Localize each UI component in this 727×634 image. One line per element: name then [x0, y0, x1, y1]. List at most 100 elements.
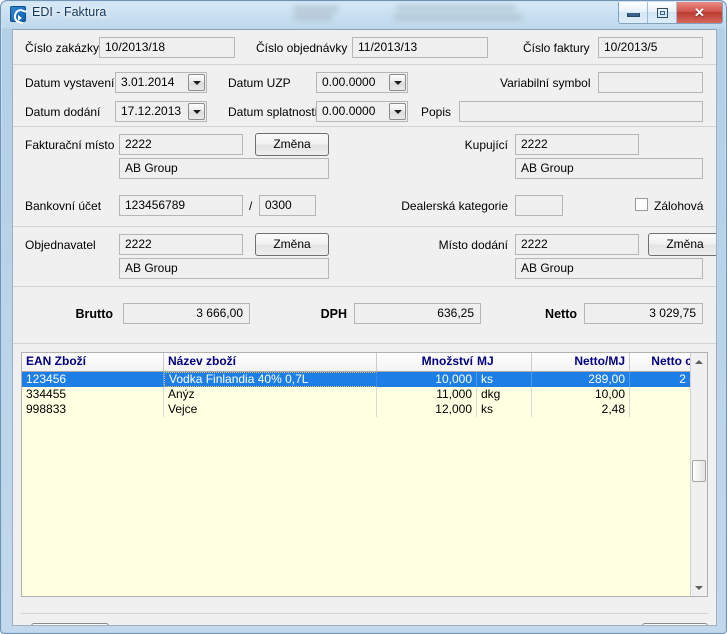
scroll-up-icon[interactable] — [691, 353, 707, 370]
background-bleed-3 — [396, 5, 516, 11]
buyer-code-input[interactable]: 2222 — [515, 134, 639, 155]
orderer-change-button[interactable]: Změna — [255, 233, 329, 256]
cell-ean: 334455 — [22, 387, 164, 402]
chevron-down-icon[interactable] — [188, 103, 205, 120]
chevron-down-icon[interactable] — [188, 74, 205, 91]
cell-quantity: 11,000 — [377, 387, 477, 402]
dealer-category-label: Dealerská kategorie — [401, 199, 508, 213]
column-header-ean[interactable]: EAN Zboží — [22, 353, 164, 371]
purchase-order-number-label: Číslo objednávky — [256, 41, 348, 55]
scrollbar-thumb[interactable] — [692, 460, 706, 482]
vat-value: 636,25 — [354, 303, 481, 324]
dealer-category-input[interactable] — [515, 195, 563, 216]
window-controls: ✕ — [618, 2, 723, 24]
issue-date-label: Datum vystavení — [25, 76, 115, 90]
table-row[interactable]: 998833 Vejce 12,000 ks 2,48 29,75 — [22, 402, 707, 417]
background-bleed-4 — [393, 14, 523, 20]
billing-place-change-button[interactable]: Změna — [255, 133, 329, 156]
uzp-date-picker[interactable]: 0.00.0000 — [316, 72, 408, 93]
order-number-label: Číslo zakázky — [25, 41, 100, 55]
cell-net-unit: 2,48 — [532, 402, 630, 417]
column-header-net-unit[interactable]: Netto/MJ — [532, 353, 630, 371]
cell-name[interactable]: Vodka Finlandia 40% 0,7L — [164, 372, 377, 387]
cell-name: Vejce — [164, 402, 377, 417]
buyer-name-input[interactable]: AB Group — [515, 158, 703, 179]
cell-net-unit: 289,00 — [532, 372, 630, 387]
orderer-label: Objednavatel — [25, 238, 96, 252]
delivery-date-label: Datum dodání — [25, 105, 101, 119]
items-grid[interactable]: EAN Zboží Název zboží Množství MJ Netto/… — [21, 352, 708, 597]
issue-date-picker[interactable]: 3.01.2014 — [115, 72, 207, 93]
bank-account-number-input[interactable]: 123456789 — [119, 195, 243, 216]
column-header-unit[interactable]: MJ — [477, 353, 532, 371]
close-icon: ✕ — [694, 5, 705, 20]
panel-orderer-delivery: Objednavatel 2222 Změna AB Group Místo d… — [13, 227, 716, 287]
panel-numbers: Číslo zakázky 10/2013/18 Číslo objednávk… — [13, 30, 716, 65]
uzp-date-value: 0.00.0000 — [322, 75, 376, 89]
vat-label: DPH — [320, 307, 347, 321]
due-date-value: 0.00.0000 — [322, 104, 376, 118]
description-label: Popis — [421, 105, 452, 119]
gross-value: 3 666,00 — [123, 303, 250, 324]
cell-unit: dkg — [477, 387, 532, 402]
billing-place-label: Fakturační místo — [25, 138, 115, 152]
scroll-down-icon[interactable] — [691, 579, 707, 596]
cell-quantity: 10,000 — [377, 372, 477, 387]
grid-vertical-scrollbar[interactable] — [690, 353, 707, 596]
due-date-picker[interactable]: 0.00.0000 — [316, 101, 408, 122]
bank-account-label: Bankovní účet — [25, 199, 102, 213]
column-header-name[interactable]: Název zboží — [164, 353, 377, 371]
net-value: 3 029,75 — [584, 303, 703, 324]
orderer-code-input[interactable]: 2222 — [119, 234, 243, 255]
chevron-down-icon[interactable] — [389, 103, 406, 120]
title-bar[interactable]: EDI - Faktura ✕ — [1, 1, 727, 28]
panel-totals: Brutto 3 666,00 DPH 636,25 Netto 3 029,7… — [13, 287, 716, 344]
buyer-label: Kupující — [464, 138, 508, 152]
billing-place-code-input[interactable]: 2222 — [119, 134, 243, 155]
variable-symbol-input[interactable] — [598, 72, 703, 93]
cell-ean: 123456 — [22, 372, 164, 387]
advance-label: Zálohová — [654, 199, 704, 213]
table-row[interactable]: 334455 Anýz 11,000 dkg 10,00 110,00 — [22, 387, 707, 402]
background-bleed-2 — [293, 14, 333, 20]
gross-label: Brutto — [75, 307, 114, 321]
variable-symbol-label: Variabilní symbol — [500, 76, 591, 90]
change-ean-button[interactable]: Změna EAN — [31, 623, 109, 625]
minimize-icon — [626, 13, 640, 17]
orderer-name-input[interactable]: AB Group — [119, 258, 329, 279]
maximize-button[interactable] — [648, 2, 677, 23]
window-title: EDI - Faktura — [32, 5, 107, 19]
uzp-date-label: Datum UZP — [228, 76, 291, 90]
delivery-date-value: 17.12.2013 — [121, 104, 182, 118]
cell-unit: ks — [477, 372, 532, 387]
cell-name: Anýz — [164, 387, 377, 402]
cell-ean: 998833 — [22, 402, 164, 417]
application-window: EDI - Faktura ✕ Číslo zakázky 10/2013/18… — [0, 0, 727, 634]
background-bleed-1 — [293, 6, 339, 12]
delivery-place-code-input[interactable]: 2222 — [515, 234, 639, 255]
cell-unit: ks — [477, 402, 532, 417]
chevron-down-icon[interactable] — [389, 74, 406, 91]
purchase-order-number-input[interactable]: 11/2013/13 — [352, 37, 488, 58]
order-number-input[interactable]: 10/2013/18 — [99, 37, 235, 58]
column-header-quantity[interactable]: Množství — [377, 353, 477, 371]
cancel-button[interactable]: Storno — [642, 623, 708, 625]
minimize-button[interactable] — [619, 2, 648, 23]
maximize-icon — [656, 7, 668, 18]
cell-net-unit: 10,00 — [532, 387, 630, 402]
bank-code-input[interactable]: 0300 — [259, 195, 316, 216]
bank-account-separator: / — [249, 199, 253, 213]
issue-date-value: 3.01.2014 — [121, 75, 175, 89]
table-row[interactable]: 123456 Vodka Finlandia 40% 0,7L 10,000 k… — [22, 372, 707, 387]
grid-header-row: EAN Zboží Název zboží Množství MJ Netto/… — [22, 353, 707, 372]
delivery-place-change-button[interactable]: Změna — [648, 233, 716, 256]
delivery-place-name-input[interactable]: AB Group — [515, 258, 703, 279]
close-button[interactable]: ✕ — [677, 2, 722, 23]
description-input[interactable] — [459, 101, 703, 122]
delivery-place-label: Místo dodání — [438, 238, 508, 252]
delivery-date-picker[interactable]: 17.12.2013 — [115, 101, 207, 122]
billing-place-name-input[interactable]: AB Group — [119, 158, 329, 179]
panel-parties: Fakturační místo 2222 Změna AB Group Kup… — [13, 127, 716, 227]
advance-checkbox[interactable] — [635, 198, 648, 211]
invoice-number-input[interactable]: 10/2013/5 — [598, 37, 703, 58]
